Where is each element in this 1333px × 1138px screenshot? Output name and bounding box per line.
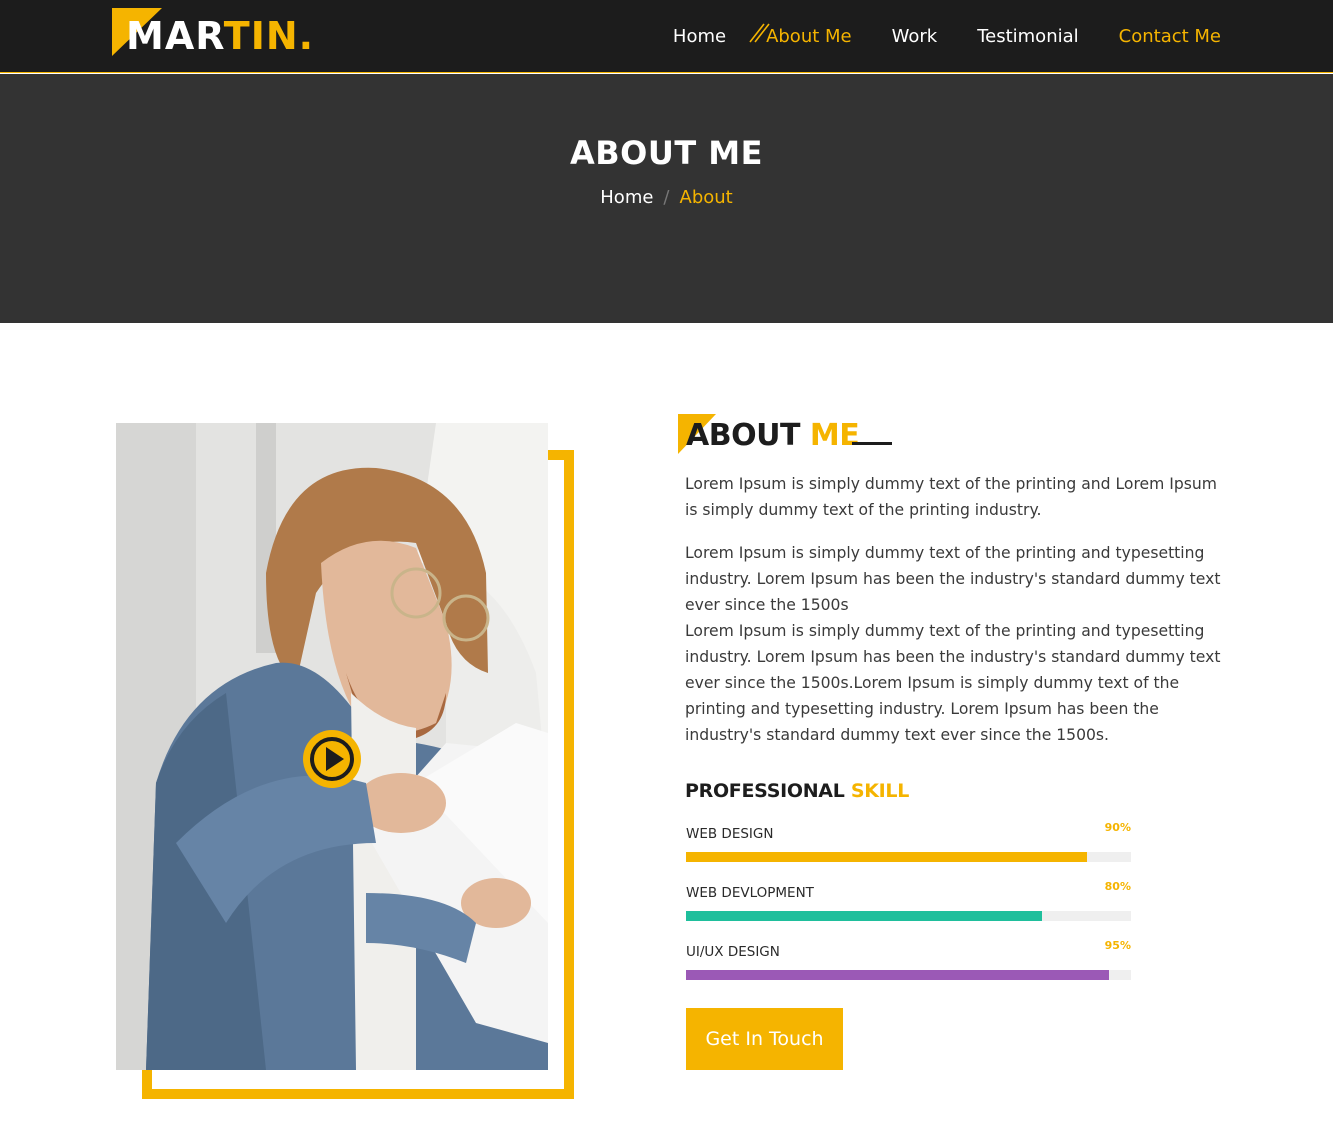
about-paragraph-2b: Lorem Ipsum is simply dummy text of the … [685, 622, 1221, 744]
skills-heading: PROFESSIONAL SKILL [685, 780, 910, 802]
breadcrumb-current: About [679, 187, 733, 208]
nav-item-home[interactable]: Home [673, 26, 726, 47]
nav-item-work[interactable]: Work [892, 26, 938, 47]
about-section-heading: ABOUT ME [678, 414, 938, 458]
page-title: ABOUT ME [569, 134, 763, 172]
active-slash-icon [749, 23, 770, 42]
nav-item-about-me[interactable]: About Me [749, 23, 852, 47]
play-video-button[interactable] [303, 730, 361, 788]
top-navbar: MARTIN. Home About Me Work Testimonial C… [0, 0, 1333, 73]
nav-item-contact-me[interactable]: Contact Me [1119, 26, 1221, 47]
about-paragraph-2a: Lorem Ipsum is simply dummy text of the … [685, 544, 1221, 614]
get-in-touch-button[interactable]: Get In Touch [686, 1008, 843, 1070]
skill-progress-track [686, 911, 1131, 921]
about-paragraph-2: Lorem Ipsum is simply dummy text of the … [685, 540, 1230, 748]
skill-progress-track [686, 970, 1131, 980]
breadcrumb: Home / About [0, 187, 1333, 208]
skill-web-design: WEB DESIGN 90% [686, 821, 1131, 866]
play-icon [326, 747, 344, 771]
main-nav: Home About Me Work Testimonial Contact M… [633, 0, 1221, 72]
skill-label: WEB DESIGN [686, 826, 774, 842]
breadcrumb-home-link[interactable]: Home [600, 187, 653, 208]
skill-progress-fill [686, 911, 1042, 921]
skill-label: UI/UX DESIGN [686, 944, 780, 960]
skill-progress-fill [686, 970, 1109, 980]
skill-progress-fill [686, 852, 1087, 862]
skill-label: WEB DEVLOPMENT [686, 885, 814, 901]
heading-underline [852, 442, 892, 445]
breadcrumb-separator: / [663, 187, 670, 208]
about-heading-text: ABOUT ME [686, 418, 860, 453]
skill-percent: 80% [1104, 880, 1131, 893]
skill-ui-ux-design: UI/UX DESIGN 95% [686, 939, 1131, 984]
logo[interactable]: MARTIN. [112, 8, 315, 58]
logo-text: MARTIN. [126, 14, 315, 58]
skill-percent: 90% [1104, 821, 1131, 834]
about-paragraph-1: Lorem Ipsum is simply dummy text of the … [685, 475, 1217, 519]
skill-percent: 95% [1104, 939, 1131, 952]
page-banner: ABOUT ME Home / About [0, 74, 1333, 323]
skill-progress-track [686, 852, 1131, 862]
nav-item-testimonial[interactable]: Testimonial [977, 26, 1078, 47]
skill-web-development: WEB DEVLOPMENT 80% [686, 880, 1131, 925]
